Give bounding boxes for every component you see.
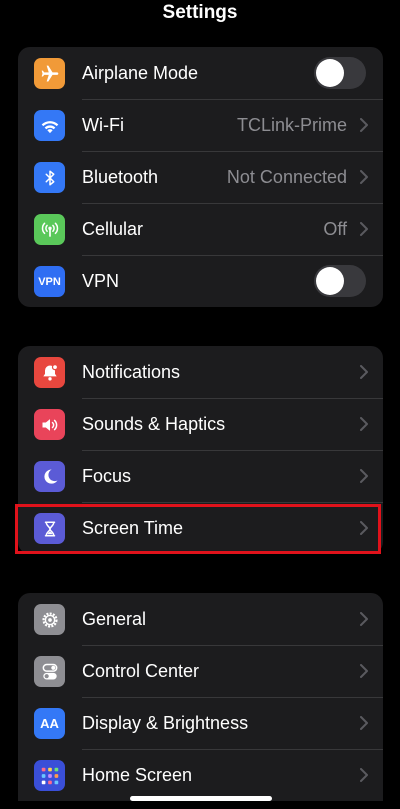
text-size-icon-text: AA: [40, 716, 59, 731]
speaker-icon: [34, 409, 65, 440]
vpn-icon-text: VPN: [38, 275, 61, 288]
toggle-knob: [316, 267, 344, 295]
chevron-right-icon: [360, 521, 368, 535]
notifications-row[interactable]: Notifications: [18, 346, 383, 398]
sounds-haptics-row[interactable]: Sounds & Haptics: [18, 398, 383, 450]
vpn-toggle[interactable]: [314, 265, 366, 297]
bell-icon: [34, 357, 65, 388]
cellular-value: Off: [323, 219, 347, 239]
toggle-knob: [316, 59, 344, 87]
cellular-label: Cellular: [82, 219, 144, 239]
vpn-icon: VPN: [34, 266, 65, 297]
chevron-right-icon: [360, 612, 368, 626]
vpn-row: VPN VPN: [18, 255, 383, 307]
airplane-mode-toggle[interactable]: [314, 57, 366, 89]
bluetooth-row[interactable]: Bluetooth Not Connected: [18, 151, 383, 203]
chevron-right-icon: [360, 222, 368, 236]
switches-icon: [34, 656, 65, 687]
page-title: Settings: [162, 2, 238, 23]
chevron-right-icon: [360, 469, 368, 483]
airplane-icon: [34, 58, 65, 89]
home-screen-label: Home Screen: [82, 765, 193, 785]
settings-screen: Settings Airplane Mode Wi-Fi TCLink-Prim…: [0, 0, 400, 809]
wifi-value: TCLink-Prime: [236, 115, 347, 135]
chevron-right-icon: [360, 768, 368, 782]
chevron-right-icon: [360, 118, 368, 132]
airplane-mode-label: Airplane Mode: [82, 63, 199, 83]
chevron-right-icon: [360, 417, 368, 431]
chevron-right-icon: [360, 716, 368, 730]
control-center-row[interactable]: Control Center: [18, 645, 383, 697]
general-row[interactable]: General: [18, 593, 383, 645]
gear-icon: [34, 604, 65, 635]
airplane-mode-row: Airplane Mode: [18, 47, 383, 99]
notifications-label: Notifications: [82, 362, 181, 382]
text-size-icon: AA: [34, 708, 65, 739]
screen-time-row[interactable]: Screen Time: [18, 502, 383, 554]
screen-time-label: Screen Time: [82, 518, 184, 538]
control-center-label: Control Center: [82, 661, 200, 681]
chevron-right-icon: [360, 365, 368, 379]
hourglass-icon: [34, 513, 65, 544]
home-indicator: [130, 796, 272, 801]
general-group: General Control Center AA Display & Brig…: [18, 593, 383, 801]
bluetooth-icon: [34, 162, 65, 193]
display-brightness-label: Display & Brightness: [82, 713, 249, 733]
wifi-row[interactable]: Wi-Fi TCLink-Prime: [18, 99, 383, 151]
focus-row[interactable]: Focus: [18, 450, 383, 502]
general-label: General: [82, 609, 147, 629]
bluetooth-value: Not Connected: [226, 167, 347, 187]
bluetooth-label: Bluetooth: [82, 167, 159, 187]
moon-icon: [34, 461, 65, 492]
notifications-group: Notifications Sounds & Haptics Focus Scr…: [18, 346, 383, 554]
wifi-icon: [34, 110, 65, 141]
display-brightness-row[interactable]: AA Display & Brightness: [18, 697, 383, 749]
chevron-right-icon: [360, 664, 368, 678]
chevron-right-icon: [360, 170, 368, 184]
cellular-icon: [34, 214, 65, 245]
wifi-label: Wi-Fi: [82, 115, 124, 135]
vpn-label: VPN: [82, 271, 120, 291]
sounds-haptics-label: Sounds & Haptics: [82, 414, 226, 434]
home-screen-row[interactable]: Home Screen: [18, 749, 383, 801]
home-grid-icon: [34, 760, 65, 791]
cellular-row[interactable]: Cellular Off: [18, 203, 383, 255]
focus-label: Focus: [82, 466, 132, 486]
connectivity-group: Airplane Mode Wi-Fi TCLink-Prime Bluetoo…: [18, 47, 383, 307]
